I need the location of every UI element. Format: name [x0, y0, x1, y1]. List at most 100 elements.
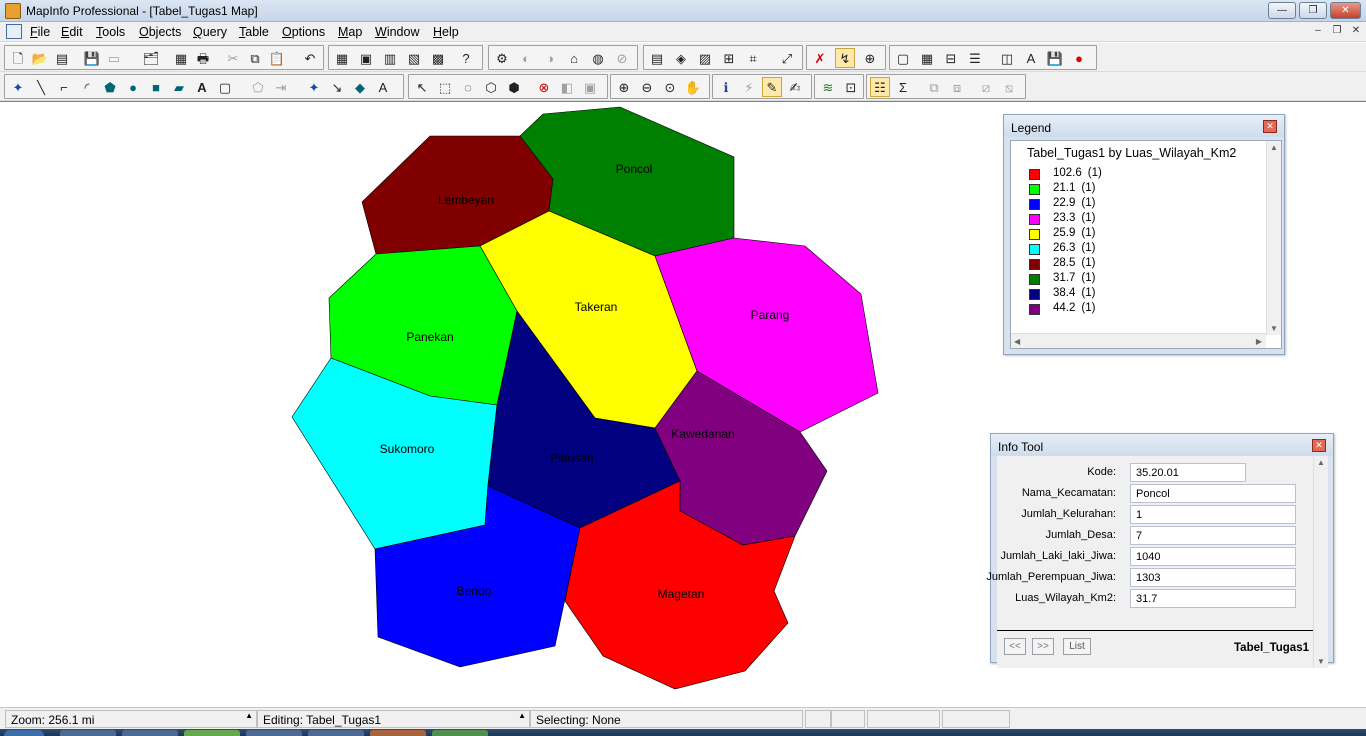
polygon-select-icon[interactable]: ⬡ — [481, 77, 501, 97]
new-browser-icon[interactable]: ▦ — [332, 48, 352, 68]
route-icon[interactable]: ◑ — [540, 48, 560, 68]
radius-select-icon[interactable]: ◌ — [458, 77, 478, 97]
menu-file[interactable]: File — [30, 25, 50, 39]
map-options-icon[interactable]: ◈ — [671, 48, 691, 68]
print-preview-icon[interactable]: ▦ — [171, 48, 191, 68]
menu-objects[interactable]: Objects — [139, 25, 181, 39]
layout-frame-icon[interactable]: ▢ — [893, 48, 913, 68]
unselect-all-icon[interactable]: ⊗ — [534, 77, 554, 97]
scroll-right-icon[interactable]: ▶ — [1256, 337, 1262, 346]
menu-tools[interactable]: Tools — [96, 25, 125, 39]
graph-select-icon[interactable]: ▣ — [580, 77, 600, 97]
help-pointer-icon[interactable]: ? — [456, 48, 476, 68]
info-field-value[interactable]: 35.20.01 — [1130, 463, 1246, 482]
text-style-tool-icon[interactable]: A — [373, 77, 393, 97]
info-field-value[interactable]: 7 — [1130, 526, 1296, 545]
scroll-down-icon[interactable]: ▼ — [1270, 324, 1278, 333]
open-table-icon[interactable]: 📂 — [30, 48, 50, 68]
polyline-tool-icon[interactable]: ⌐ — [54, 77, 74, 97]
paste-icon[interactable]: 📋 — [267, 48, 287, 68]
mdi-close-button[interactable]: ✕ — [1348, 25, 1364, 39]
legend-close-icon[interactable]: ✕ — [1263, 120, 1277, 133]
info-field-value[interactable]: Poncol — [1130, 484, 1296, 503]
save-table-icon[interactable]: 💾 — [82, 48, 102, 68]
print-icon[interactable]: 🖶 — [193, 48, 213, 68]
list-button[interactable]: List — [1063, 638, 1091, 655]
polygon-tool-icon[interactable]: ⬟ — [100, 77, 120, 97]
previous-record-button[interactable]: << — [1004, 638, 1026, 655]
close-button[interactable]: ✕ — [1330, 2, 1361, 19]
info-tool-close-icon[interactable]: ✕ — [1312, 439, 1326, 452]
split-icon[interactable]: ⧄ — [976, 77, 996, 97]
ruler-tool-icon[interactable]: ⊡ — [841, 77, 861, 97]
grid-icon[interactable]: ⊟ — [941, 48, 961, 68]
record-icon[interactable]: ● — [1069, 48, 1089, 68]
new-layout-icon[interactable]: ▧ — [404, 48, 424, 68]
clear-target-icon[interactable]: ⧈ — [947, 77, 967, 97]
region-style-icon[interactable]: ◆ — [350, 77, 370, 97]
add-node-tool-icon[interactable]: ⇥ — [271, 77, 291, 97]
symbol-tool-icon[interactable]: ✦ — [8, 77, 28, 97]
globe-icon[interactable]: ◍ — [588, 48, 608, 68]
select-arrow-icon[interactable]: ↖ — [412, 77, 432, 97]
label-tool-icon[interactable]: ✎ — [762, 77, 782, 97]
clone-view-icon[interactable]: ⤢ — [777, 48, 797, 68]
change-view-icon[interactable]: ⊙ — [660, 77, 680, 97]
menu-options[interactable]: Options — [282, 25, 325, 39]
arc-tool-icon[interactable]: ◜ — [77, 77, 97, 97]
save-copy-icon[interactable]: ▭ — [104, 48, 124, 68]
layer-control-icon[interactable]: ▤ — [647, 48, 667, 68]
hotlink-icon[interactable]: ↯ — [835, 48, 855, 68]
set-target-icon[interactable]: ⧉ — [924, 77, 944, 97]
info-tool-title-bar[interactable]: Info Tool ✕ — [991, 434, 1333, 456]
minimize-button[interactable]: — — [1268, 2, 1296, 19]
taskbar-app-4[interactable] — [246, 730, 302, 736]
mdi-minimize-button[interactable]: – — [1310, 25, 1326, 39]
info-field-value[interactable]: 1 — [1130, 505, 1296, 524]
taskbar-app-2[interactable] — [122, 730, 178, 736]
info-tool-icon[interactable]: ℹ — [716, 77, 736, 97]
list-icon[interactable]: ☰ — [965, 48, 985, 68]
mdi-restore-button[interactable]: ❐ — [1329, 25, 1345, 39]
selecting-status[interactable]: Selecting: None — [530, 710, 803, 728]
next-record-button[interactable]: >> — [1032, 638, 1054, 655]
new-grapher-icon[interactable]: ▥ — [380, 48, 400, 68]
create-legend-icon[interactable]: ⊞ — [719, 48, 739, 68]
zoom-in-icon[interactable]: ⊕ — [614, 77, 634, 97]
zoom-dropdown-icon[interactable]: ▲ — [245, 711, 253, 720]
open-workspace-icon[interactable]: ▤ — [52, 48, 72, 68]
new-redistrict-icon[interactable]: ▩ — [428, 48, 448, 68]
text-style-icon[interactable]: A — [1021, 48, 1041, 68]
grabber-hand-icon[interactable]: ✋ — [683, 77, 703, 97]
symbol-style-icon[interactable]: ✦ — [304, 77, 324, 97]
scroll-up-icon[interactable]: ▲ — [1270, 143, 1278, 152]
legend-window[interactable]: Legend ✕ Tabel_Tugas1 by Luas_Wilayah_Km… — [1003, 114, 1285, 355]
erase-icon[interactable]: ⧅ — [999, 77, 1019, 97]
taskbar-app-1[interactable] — [60, 730, 116, 736]
tool-manager-icon[interactable]: ⚙ — [492, 48, 512, 68]
scroll-left-icon[interactable]: ◀ — [1014, 337, 1020, 346]
boundary-select-icon[interactable]: ⬢ — [504, 77, 524, 97]
info-field-value[interactable]: 1040 — [1130, 547, 1296, 566]
web-services-icon[interactable]: ⌂ — [564, 48, 584, 68]
menu-map[interactable]: Map — [338, 25, 362, 39]
reshape-tool-icon[interactable]: ⬠ — [248, 77, 268, 97]
start-button[interactable] — [4, 730, 44, 736]
editing-status[interactable]: Editing: Tabel_Tugas1 ▲ — [257, 710, 530, 728]
drag-map-icon[interactable]: ✍ — [785, 77, 805, 97]
new-table-icon[interactable]: 🗋 — [8, 48, 28, 68]
undo-icon[interactable]: ↶ — [300, 48, 320, 68]
save-window-icon[interactable]: 💾 — [1045, 48, 1065, 68]
info-tool-window[interactable]: Info Tool ✕ Kode: 35.20.01 Nama_Kecamatan:… — [986, 433, 1334, 668]
info-scroll-up-icon[interactable]: ▲ — [1317, 458, 1325, 467]
disabled-tool-icon[interactable]: ⊘ — [612, 48, 632, 68]
statistics-icon[interactable]: ⌗ — [743, 48, 763, 68]
rectangle-tool-icon[interactable]: ■ — [146, 77, 166, 97]
editing-dropdown-icon[interactable]: ▲ — [518, 711, 526, 720]
new-mapper-icon[interactable]: ▣ — [356, 48, 376, 68]
menu-help[interactable]: Help — [433, 25, 459, 39]
thematic-map-icon[interactable]: ▨ — [695, 48, 715, 68]
document-icon[interactable] — [6, 24, 22, 39]
zoom-status[interactable]: Zoom: 256.1 mi ▲ — [5, 710, 257, 728]
line-tool-icon[interactable]: ╲ — [31, 77, 51, 97]
